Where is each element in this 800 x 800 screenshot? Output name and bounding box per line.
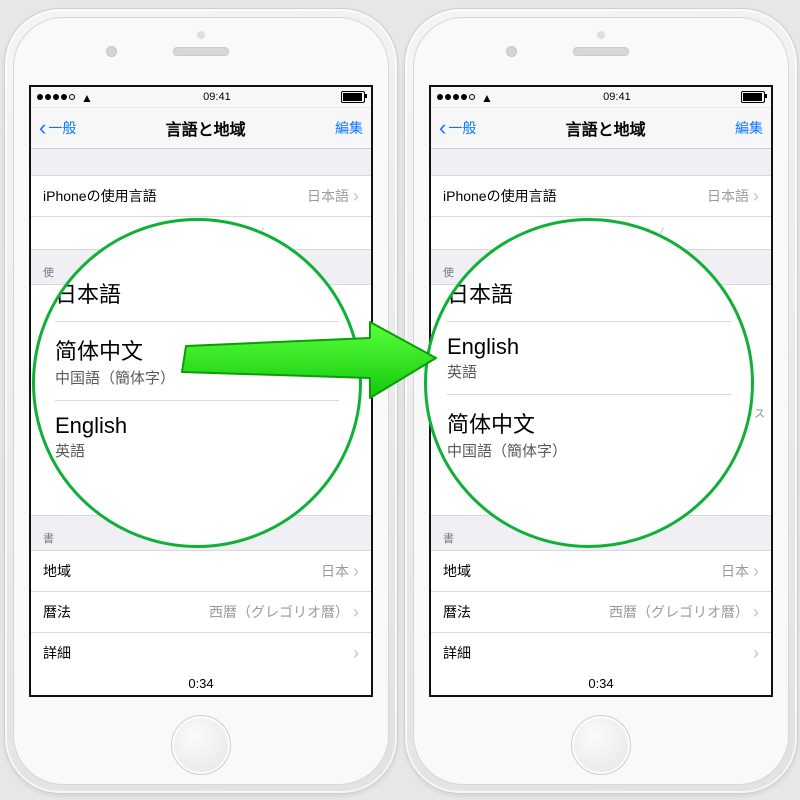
lang-sub: 中国語（簡体字） [55,367,339,388]
device-language-row[interactable]: iPhoneの使用言語 日本語 › [31,175,371,217]
list-item: 简体中文 中国語（簡体字） [55,322,339,401]
region-value: 日本 [721,561,749,581]
magnifier-left: 日本語 简体中文 中国語（簡体字） English 英語 [32,218,362,548]
list-item: English 英語 [55,401,339,473]
nav-title: 言語と地域 [566,116,646,140]
language-order-list-before[interactable]: 日本語 简体中文 中国語（簡体字） English 英語 [55,265,339,473]
battery-icon [341,91,365,103]
nav-bar: ‹ 一般 言語と地域 編集 [31,108,371,149]
back-button[interactable]: ‹ 一般 [439,118,476,138]
calendar-row[interactable]: 暦法 西暦（グレゴリオ暦）› [431,592,771,633]
wifi-icon: ▲ [81,92,93,104]
device-language-label: iPhoneの使用言語 [443,186,557,206]
calendar-row[interactable]: 暦法 西暦（グレゴリオ暦）› [31,592,371,633]
lang-main: 日本語 [55,277,339,309]
edit-button[interactable]: 編集 [735,118,763,138]
device-language-row[interactable]: iPhoneの使用言語 日本語 › [431,175,771,217]
magnifier-right: 日本語 English 英語 简体中文 中国語（簡体字） [424,218,754,548]
edit-button[interactable]: 編集 [335,118,363,138]
calendar-value: 西暦（グレゴリオ暦） [209,602,349,622]
calendar-value: 西暦（グレゴリオ暦） [609,602,749,622]
home-button-left[interactable] [171,715,231,775]
region-label: 地域 [43,561,71,581]
list-item: English 英語 [447,322,731,395]
lang-main: 简体中文 [55,334,339,366]
detail-label: 詳細 [443,643,471,663]
status-time: 09:41 [203,91,231,103]
detail-row[interactable]: 詳細 › [31,633,371,674]
lang-main: 日本語 [447,277,731,309]
device-language-label: iPhoneの使用言語 [43,186,157,206]
region-value: 日本 [321,561,349,581]
lang-main: English [55,413,339,439]
calendar-label: 暦法 [443,602,471,622]
region-row[interactable]: 地域 日本› [31,550,371,592]
lang-main: 简体中文 [447,407,731,439]
list-item: 日本語 [447,265,731,322]
timer-right: 0:34 [431,672,771,695]
list-item: 日本語 [55,265,339,322]
region-row[interactable]: 地域 日本› [431,550,771,592]
battery-icon [741,91,765,103]
back-label: 一般 [448,118,476,138]
lang-sub: 英語 [447,361,731,382]
lang-sub: 英語 [55,440,339,461]
nav-title: 言語と地域 [166,116,246,140]
calendar-label: 暦法 [43,602,71,622]
status-time: 09:41 [603,91,631,103]
timer-left: 0:34 [31,672,371,695]
home-button-right[interactable] [571,715,631,775]
back-button[interactable]: ‹ 一般 [39,118,76,138]
detail-row[interactable]: 詳細 › [431,633,771,674]
wifi-icon: ▲ [481,92,493,104]
device-language-value: 日本語 [707,186,749,206]
device-language-value: 日本語 [307,186,349,206]
region-label: 地域 [443,561,471,581]
status-bar: ▲ 09:41 [431,87,771,108]
language-order-list-after[interactable]: 日本語 English 英語 简体中文 中国語（簡体字） [447,265,731,473]
detail-label: 詳細 [43,643,71,663]
nav-bar: ‹ 一般 言語と地域 編集 [431,108,771,149]
back-label: 一般 [48,118,76,138]
status-bar: ▲ 09:41 [31,87,371,108]
list-item: 简体中文 中国語（簡体字） [447,395,731,473]
lang-sub: 中国語（簡体字） [447,440,731,461]
lang-main: English [447,334,731,360]
